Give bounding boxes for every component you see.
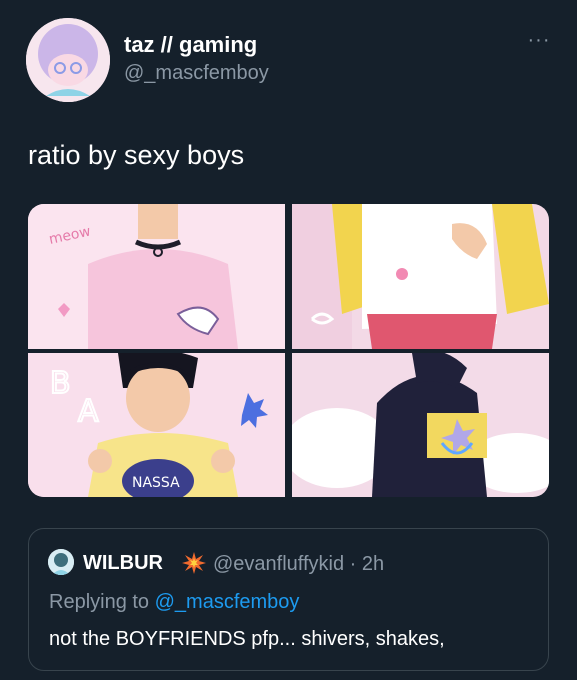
illustration-panel-4 bbox=[292, 353, 549, 497]
more-horizontal-icon: ··· bbox=[527, 29, 551, 51]
replying-to-line: Replying to @_mascfemboy bbox=[49, 591, 299, 614]
author-avatar[interactable] bbox=[26, 18, 110, 102]
replying-to-prefix: Replying to bbox=[49, 591, 155, 613]
more-options-button[interactable]: ··· bbox=[524, 30, 554, 50]
quoted-display-name[interactable]: WILBUR bbox=[83, 552, 163, 575]
illustration-panel-1: meow bbox=[28, 204, 285, 349]
quoted-author-avatar[interactable] bbox=[48, 549, 74, 575]
replying-to-mention-link[interactable]: @_mascfemboy bbox=[155, 591, 300, 613]
letter-b: B bbox=[50, 366, 71, 401]
author-display-name[interactable]: taz // gaming bbox=[124, 32, 257, 58]
media-panel-bottom-left[interactable]: B A NASSA bbox=[28, 353, 285, 497]
media-panel-top-left[interactable]: meow bbox=[28, 204, 285, 349]
quoted-handle-time: @evanfluffykid · 2h bbox=[213, 553, 385, 575]
letter-a: A bbox=[78, 394, 99, 429]
media-panel-top-right[interactable] bbox=[292, 204, 549, 349]
media-panel-bottom-right[interactable] bbox=[292, 353, 549, 497]
illustration-panel-2 bbox=[292, 204, 549, 349]
media-grid[interactable]: meow B A NASSA bbox=[28, 204, 549, 497]
collision-emoji-icon bbox=[181, 551, 207, 575]
quoted-tweet-text: not the BOYFRIENDS pfp... shivers, shake… bbox=[49, 628, 445, 650]
illustration-panel-3: B A NASSA bbox=[28, 353, 285, 497]
nassa-shirt-text: NASSA bbox=[132, 475, 180, 491]
author-handle[interactable]: @_mascfemboy bbox=[124, 62, 269, 85]
avatar-image bbox=[26, 18, 110, 102]
tweet-text: ratio by sexy boys bbox=[28, 140, 245, 170]
quoted-tweet[interactable]: WILBUR @evanfluffykid · 2h Replying to @… bbox=[28, 528, 549, 671]
quoted-avatar-image bbox=[48, 549, 74, 575]
